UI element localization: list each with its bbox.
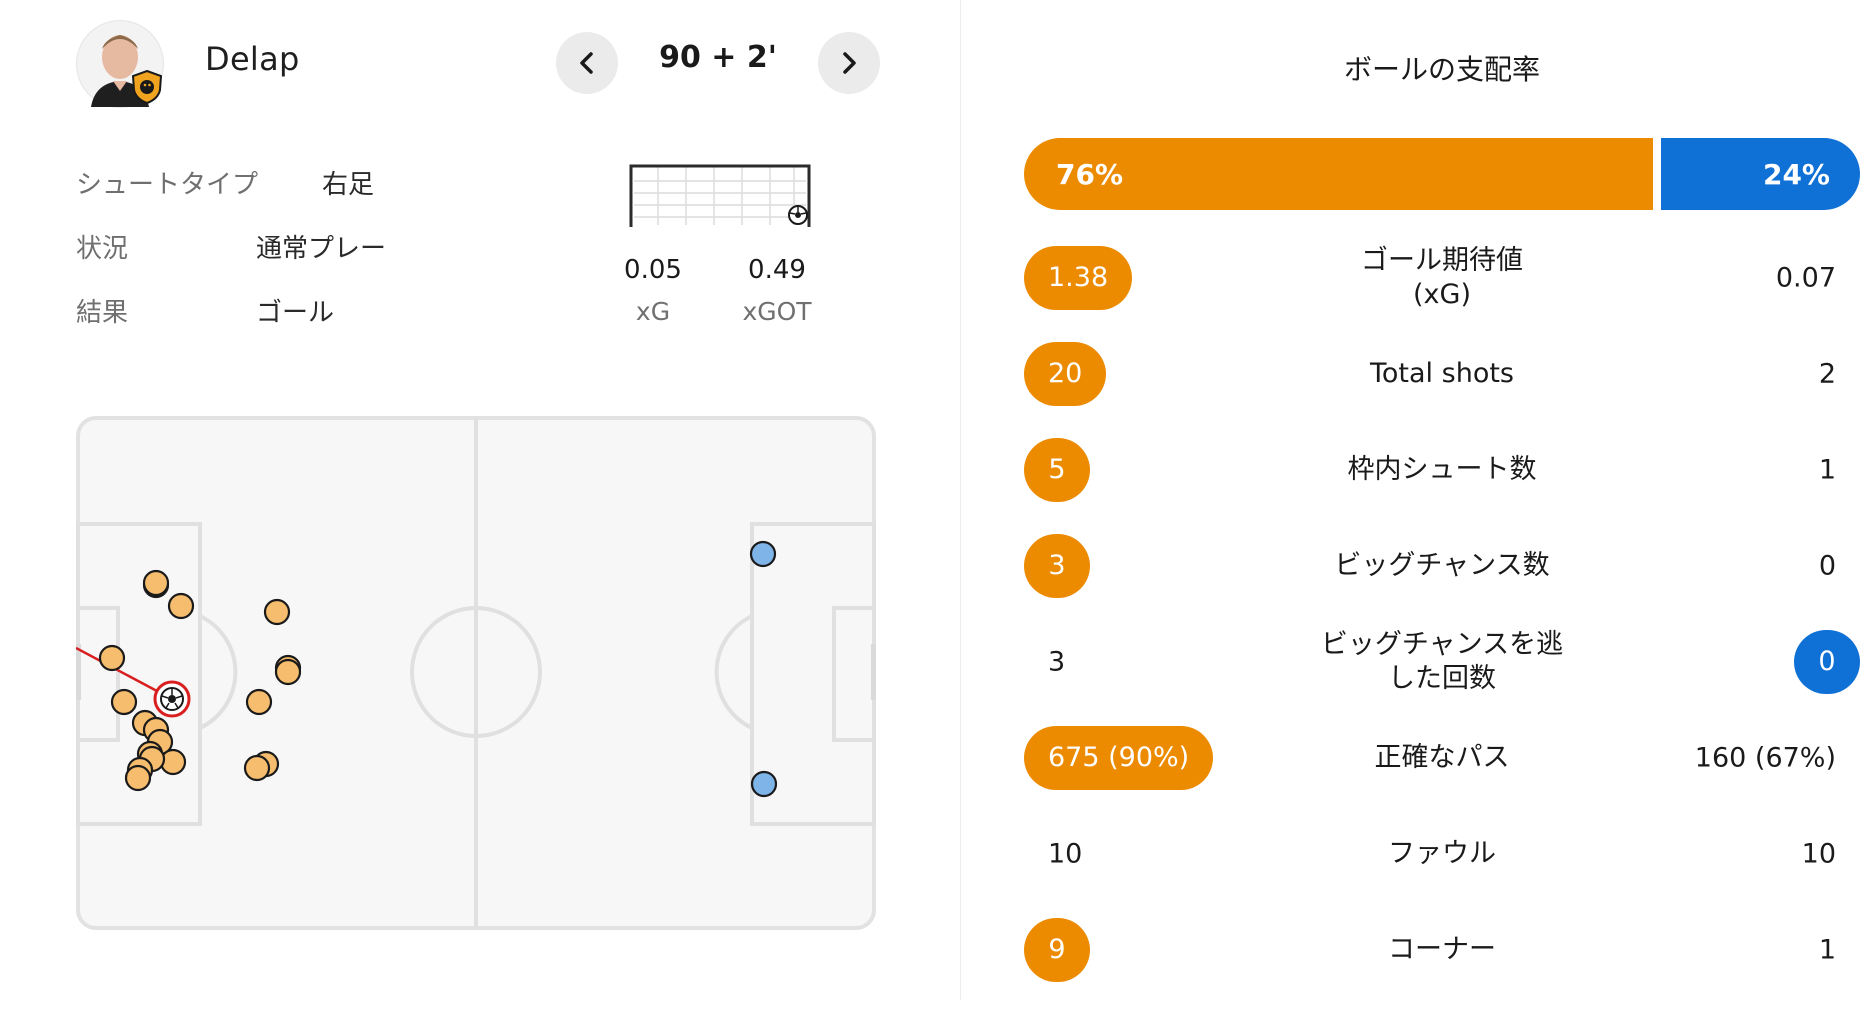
chevron-right-icon bbox=[843, 52, 856, 74]
shot-minute: 90 + 2' bbox=[659, 40, 777, 75]
stat-away-value: 0 bbox=[1794, 630, 1860, 694]
stat-row-accurate-passes: 675 (90%) 正確なパス 160 (67%) bbox=[1024, 718, 1860, 798]
stat-away-value: 0.07 bbox=[1775, 262, 1836, 294]
ball-icon bbox=[160, 687, 184, 711]
home-shot-marker[interactable] bbox=[274, 658, 302, 686]
stat-label: 正確なパス bbox=[1374, 742, 1510, 773]
stat-away-value: 2 bbox=[1818, 358, 1836, 390]
shot-type-label: シュートタイプ bbox=[76, 170, 259, 200]
stat-away-value: 10 bbox=[1801, 838, 1836, 870]
xg-value: 0.05 bbox=[624, 255, 682, 285]
ball-icon bbox=[788, 205, 808, 225]
stat-label: ファウル bbox=[1388, 838, 1496, 869]
home-shot-marker[interactable] bbox=[124, 764, 152, 792]
xg-label: xG bbox=[635, 297, 671, 326]
possession-home-value: 76% bbox=[1056, 157, 1124, 191]
shot-detail-panel: Delap 90 + 2' シュートタイプ 右足 状況 通常プレー 結果 ゴール bbox=[0, 0, 960, 1026]
xgot-label: xGOT bbox=[742, 297, 812, 326]
stat-label: ビッグチャンス数 bbox=[1334, 550, 1550, 581]
stat-label: 枠内シュート数 bbox=[1347, 454, 1537, 485]
stat-home-value: 10 bbox=[1048, 838, 1083, 870]
stat-label: ゴール期待値 (xG) bbox=[1361, 245, 1523, 310]
away-shot-marker[interactable] bbox=[749, 540, 777, 568]
goal-frame-graphic bbox=[628, 163, 812, 229]
situation-value: 通常プレー bbox=[256, 234, 387, 264]
possession-home-bar: 76% bbox=[1024, 138, 1653, 210]
stat-home-value: 9 bbox=[1024, 918, 1090, 982]
stat-label: Total shots bbox=[1370, 358, 1514, 389]
previous-shot-button[interactable] bbox=[556, 32, 618, 94]
home-shot-marker[interactable] bbox=[243, 754, 271, 782]
home-shot-marker[interactable] bbox=[142, 569, 170, 597]
possession-away-value: 24% bbox=[1762, 157, 1830, 191]
chevron-left-icon bbox=[580, 52, 593, 74]
xgot-value: 0.49 bbox=[748, 255, 806, 285]
away-shot-marker[interactable] bbox=[750, 770, 778, 798]
shot-map-pitch bbox=[76, 416, 876, 930]
home-shot-marker[interactable] bbox=[98, 644, 126, 672]
stat-away-value: 1 bbox=[1818, 934, 1836, 966]
stat-row-corners: 9 コーナー 1 bbox=[1024, 910, 1860, 990]
stat-away-value: 160 (67%) bbox=[1694, 742, 1836, 774]
stat-home-value: 675 (90%) bbox=[1024, 726, 1214, 790]
stat-home-value: 3 bbox=[1024, 534, 1090, 598]
stat-label: コーナー bbox=[1388, 934, 1496, 965]
result-value: ゴール bbox=[256, 298, 335, 328]
stat-row-big-chances-missed: 3 ビッグチャンスを逃 した回数 0 bbox=[1024, 622, 1860, 702]
home-shot-marker[interactable] bbox=[110, 688, 138, 716]
possession-away-bar: 24% bbox=[1661, 138, 1860, 210]
next-shot-button[interactable] bbox=[818, 32, 880, 94]
player-name[interactable]: Delap bbox=[205, 40, 300, 78]
stat-row-fouls: 10 ファウル 10 bbox=[1024, 814, 1860, 894]
stat-label: ビッグチャンスを逃 した回数 bbox=[1320, 629, 1564, 694]
stat-home-value: 5 bbox=[1024, 438, 1090, 502]
stat-away-value: 1 bbox=[1818, 454, 1836, 486]
shot-type-value: 右足 bbox=[322, 170, 375, 200]
situation-label: 状況 bbox=[76, 234, 129, 264]
home-shot-marker[interactable] bbox=[245, 688, 273, 716]
stat-home-value: 3 bbox=[1048, 646, 1066, 678]
stat-row-total-shots: 20 Total shots 2 bbox=[1024, 334, 1860, 414]
stat-home-value: 20 bbox=[1024, 342, 1107, 406]
result-label: 結果 bbox=[76, 298, 129, 328]
selected-shot-marker[interactable] bbox=[153, 680, 191, 718]
home-shot-marker[interactable] bbox=[263, 598, 291, 626]
stat-away-value: 0 bbox=[1818, 550, 1836, 582]
team-crest-icon bbox=[130, 69, 164, 105]
home-shot-marker[interactable] bbox=[167, 592, 195, 620]
stat-home-value: 1.38 bbox=[1024, 246, 1133, 310]
stat-row-big-chances: 3 ビッグチャンス数 0 bbox=[1024, 526, 1860, 606]
possession-title: ボールの支配率 bbox=[1343, 53, 1540, 86]
stat-row-shots-on-target: 5 枠内シュート数 1 bbox=[1024, 430, 1860, 510]
match-stats-view: Delap 90 + 2' シュートタイプ 右足 状況 通常プレー 結果 ゴール bbox=[0, 0, 1874, 1026]
stat-row-expected-goals: 1.38 ゴール期待値 (xG) 0.07 bbox=[1024, 238, 1860, 318]
